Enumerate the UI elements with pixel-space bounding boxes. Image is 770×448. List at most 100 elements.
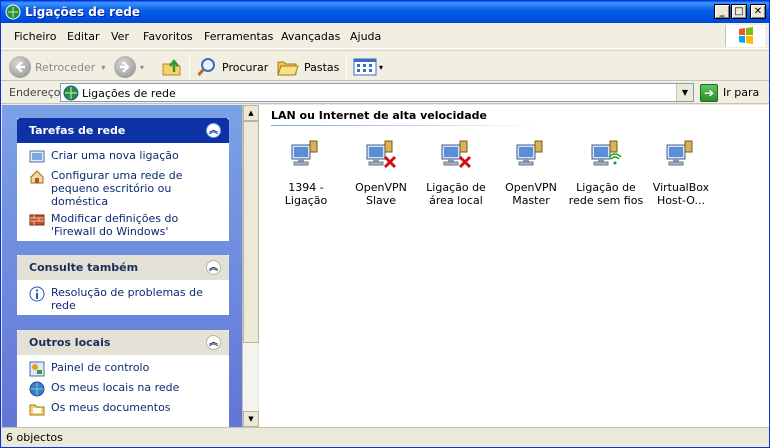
go-arrow-icon: ➔: [700, 83, 718, 102]
task-pane-scrollbar[interactable]: ▲ ▼: [242, 105, 259, 427]
menu-favoritos[interactable]: Favoritos: [143, 30, 193, 43]
forward-arrow-icon: [114, 56, 136, 78]
maximize-button[interactable]: □: [731, 4, 747, 19]
status-bar: 6 objectos: [1, 427, 769, 447]
item-label: Ligação de área local: [426, 181, 486, 207]
collapse-chevron-icon[interactable]: ︽: [206, 335, 221, 350]
link-network-troubleshooting[interactable]: Resolução de problemas de rede: [29, 286, 219, 312]
up-folder-icon: [162, 59, 181, 76]
window-title: Ligações de rede: [25, 5, 140, 19]
network-places-icon: [29, 381, 45, 397]
network-connection-icon: [516, 140, 543, 166]
see-also-header[interactable]: Consulte também ︽: [17, 255, 229, 280]
menu-bar: Ficheiro Editar Ver Favoritos Ferramenta…: [1, 23, 769, 49]
views-icon: [353, 58, 377, 76]
minimize-button[interactable]: _: [714, 4, 730, 19]
other-places-header[interactable]: Outros locais ︽: [17, 330, 229, 355]
new-connection-icon: [29, 150, 45, 163]
menu-ferramentas[interactable]: Ferramentas: [204, 30, 273, 43]
task-create-connection[interactable]: Criar uma nova ligação: [29, 149, 219, 165]
info-icon: [29, 286, 45, 302]
connection-item[interactable]: OpenVPN Slave: [343, 139, 419, 207]
address-value: Ligações de rede: [82, 87, 176, 100]
link-label: Os meus documentos: [51, 401, 171, 414]
task-pane: Tarefas de rede ︽ Criar uma nova ligação…: [2, 105, 242, 427]
group-divider: [271, 125, 541, 126]
file-view: LAN ou Internet de alta velocidade 1394 …: [259, 105, 769, 427]
address-dropdown-button[interactable]: ▼: [676, 84, 693, 101]
network-connection-icon: [666, 140, 693, 166]
connection-item[interactable]: 1394 - Ligação: [268, 139, 344, 207]
other-places-panel: Outros locais ︽ Painel de controlo Os me…: [17, 330, 229, 427]
other-places-title: Outros locais: [29, 336, 111, 349]
link-label: Resolução de problemas de rede: [51, 286, 203, 312]
group-title: LAN ou Internet de alta velocidade: [271, 109, 487, 122]
task-label: Criar uma nova ligação: [51, 149, 179, 162]
folders-label: Pastas: [304, 60, 340, 74]
link-label: Os meus locais na rede: [51, 381, 180, 394]
collapse-chevron-icon[interactable]: ︽: [206, 260, 221, 275]
scroll-up-icon[interactable]: ▲: [243, 105, 259, 121]
home-network-icon: [30, 170, 44, 184]
views-button[interactable]: ▾: [353, 54, 383, 80]
title-bar[interactable]: Ligações de rede _ □ ✕: [1, 1, 769, 23]
network-folder-icon: [5, 4, 21, 20]
item-label: VirtualBox Host-O...: [652, 181, 710, 207]
network-tasks-title: Tarefas de rede: [29, 124, 126, 137]
up-folder-button[interactable]: [161, 54, 183, 80]
see-also-panel: Consulte também ︽ Resolução de problemas…: [17, 255, 229, 315]
item-label: OpenVPN Slave: [355, 181, 407, 207]
network-tasks-header[interactable]: Tarefas de rede ︽: [17, 118, 229, 143]
scroll-down-icon[interactable]: ▼: [243, 411, 259, 427]
menu-ajuda[interactable]: Ajuda: [350, 30, 381, 43]
back-button[interactable]: Retroceder ▾: [9, 54, 105, 80]
forward-dropdown-icon[interactable]: ▾: [140, 63, 144, 72]
connection-item[interactable]: OpenVPN Master: [493, 139, 569, 207]
task-label: Modificar definições do 'Firewall do Win…: [51, 212, 179, 238]
documents-folder-icon: [29, 404, 45, 416]
link-control-panel[interactable]: Painel de controlo: [29, 361, 219, 377]
back-arrow-icon: [9, 56, 31, 78]
search-button[interactable]: Procurar: [196, 54, 268, 80]
close-button[interactable]: ✕: [750, 4, 766, 19]
link-my-documents[interactable]: Os meus documentos: [29, 401, 219, 417]
menu-ficheiro[interactable]: Ficheiro: [14, 30, 56, 43]
windows-flag-icon: [739, 27, 753, 44]
connection-item[interactable]: Ligação de área local: [418, 139, 494, 207]
windows-logo: [725, 25, 765, 47]
link-my-network-places[interactable]: Os meus locais na rede: [29, 381, 219, 397]
folders-icon: [277, 61, 299, 76]
task-setup-home-network[interactable]: Configurar uma rede de pequeno escritóri…: [29, 169, 219, 208]
forward-button[interactable]: ▾: [114, 54, 144, 80]
collapse-chevron-icon[interactable]: ︽: [206, 123, 221, 138]
see-also-body: Resolução de problemas de rede: [17, 280, 229, 322]
address-bar: Endereço Ligações de rede ▼ ➔ Ir para: [1, 81, 769, 104]
task-label: Configurar uma rede de pequeno escritóri…: [51, 169, 183, 208]
back-label: Retroceder: [35, 60, 96, 74]
go-button[interactable]: ➔ Ir para: [700, 83, 759, 102]
menu-editar[interactable]: Editar: [67, 30, 100, 43]
address-input[interactable]: Ligações de rede ▼: [60, 83, 694, 102]
network-tasks-panel: Tarefas de rede ︽ Criar uma nova ligação…: [17, 118, 229, 241]
folders-button[interactable]: Pastas: [276, 54, 339, 80]
item-label: OpenVPN Master: [505, 181, 557, 207]
explorer-window: Ligações de rede _ □ ✕ Ficheiro Editar V…: [0, 0, 770, 448]
connection-item[interactable]: VirtualBox Host-O...: [643, 139, 719, 207]
control-panel-icon: [29, 361, 45, 377]
task-firewall-settings[interactable]: Modificar definições do 'Firewall do Win…: [29, 212, 219, 238]
other-places-body: Painel de controlo Os meus locais na red…: [17, 355, 229, 427]
network-connections-icon: [63, 85, 79, 101]
scroll-thumb[interactable]: [243, 121, 259, 343]
status-text: 6 objectos: [6, 431, 63, 444]
connection-item[interactable]: Ligação de rede sem fios: [568, 139, 644, 207]
toolbar: Retroceder ▾ ▾ Procurar Pastas ▾: [1, 50, 769, 81]
back-dropdown-icon[interactable]: ▾: [101, 63, 105, 72]
go-label: Ir para: [723, 86, 760, 99]
search-label: Procurar: [222, 60, 269, 74]
menu-avancadas[interactable]: Avançadas: [281, 30, 340, 43]
menu-ver[interactable]: Ver: [111, 30, 129, 43]
network-disconnected-icon: [366, 140, 397, 169]
views-dropdown-icon: ▾: [379, 62, 384, 72]
item-label: Ligação de rede sem fios: [568, 181, 644, 207]
network-disconnected-icon: [441, 140, 472, 169]
